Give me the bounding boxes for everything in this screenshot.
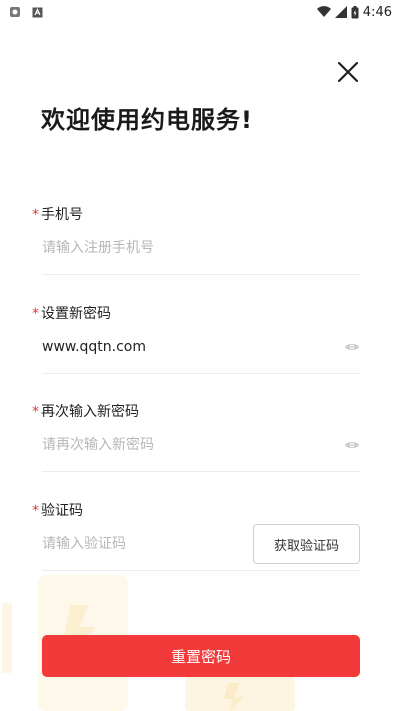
confirm-password-input[interactable] <box>42 431 332 459</box>
divider <box>42 570 360 571</box>
page-title: 欢迎使用约电服务! <box>41 106 253 134</box>
new-password-input[interactable] <box>42 333 332 361</box>
close-icon <box>337 61 359 83</box>
eye-icon[interactable] <box>344 437 360 453</box>
divider <box>42 373 360 374</box>
required-mark: * <box>32 404 39 420</box>
get-code-button[interactable]: 获取验证码 <box>253 524 360 564</box>
divider <box>42 274 360 275</box>
signal-icon <box>334 6 347 18</box>
status-bar: 4:46 <box>0 0 400 24</box>
battery-icon <box>351 5 359 19</box>
code-label: * 验证码 <box>32 503 83 519</box>
reset-password-button[interactable]: 重置密码 <box>42 635 360 677</box>
required-mark: * <box>32 306 39 322</box>
required-mark: * <box>32 503 39 519</box>
close-button[interactable] <box>334 58 362 86</box>
divider <box>42 471 360 472</box>
eye-icon[interactable] <box>344 339 360 355</box>
confirm-password-label: * 再次输入新密码 <box>32 404 139 420</box>
notification-icon <box>8 5 22 19</box>
code-input[interactable] <box>42 530 242 558</box>
new-password-label: * 设置新密码 <box>32 306 111 322</box>
phone-label: * 手机号 <box>32 207 83 223</box>
wifi-icon <box>316 6 331 18</box>
status-time: 4:46 <box>362 4 392 20</box>
phone-input[interactable] <box>42 234 332 262</box>
required-mark: * <box>32 207 39 223</box>
app-a-icon <box>30 5 44 19</box>
